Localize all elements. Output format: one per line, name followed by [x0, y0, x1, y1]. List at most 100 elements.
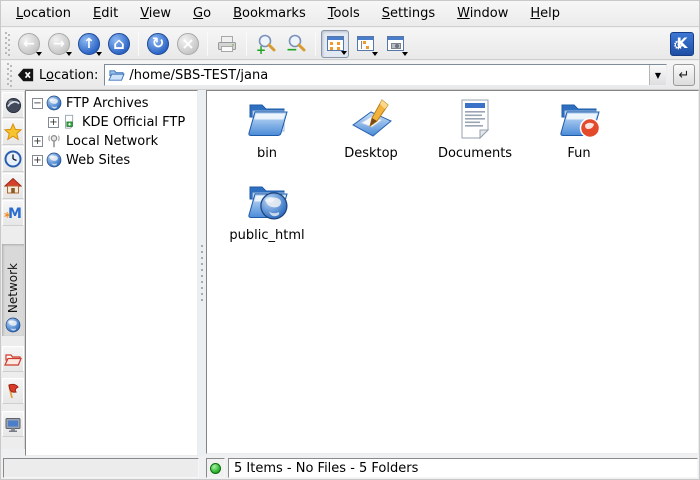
location-combobox: ▼: [104, 64, 667, 86]
file-item-fun[interactable]: Fun: [527, 95, 631, 177]
sidebar-status-box: [3, 458, 199, 478]
svg-text:+: +: [256, 43, 266, 55]
expander-plus[interactable]: +: [32, 155, 43, 166]
svg-text:*: *: [4, 210, 11, 222]
status-text: 5 Items - No Files - 5 Folders: [234, 461, 418, 476]
file-grid: bin Desktop Documents Fun: [207, 91, 698, 259]
file-item-bin[interactable]: bin: [215, 95, 319, 177]
location-label: Location:: [39, 68, 98, 83]
tree-item-ftp-archives[interactable]: − FTP Archives: [32, 94, 149, 112]
red-folder-icon: [4, 350, 22, 368]
tree-label: Local Network: [66, 134, 158, 149]
icon-view-icon: [327, 36, 344, 51]
menu-view[interactable]: View: [129, 2, 182, 25]
kde-gear-icon: ⚙: [673, 38, 684, 52]
svg-text:−: −: [286, 42, 298, 55]
monitor-icon: [4, 415, 22, 433]
menu-edit[interactable]: Edit: [82, 2, 129, 25]
konqueror-window: Location Edit View Go Bookmarks Tools Se…: [0, 0, 700, 480]
expander-plus[interactable]: +: [48, 117, 59, 128]
menu-window[interactable]: Window: [446, 2, 519, 25]
tree-item-kde-official-ftp[interactable]: + KDE Official FTP: [48, 113, 185, 131]
file-view: bin Desktop Documents Fun: [206, 90, 699, 454]
up-button[interactable]: ↑: [75, 30, 103, 58]
panel-splitter[interactable]: [198, 90, 206, 456]
go-button[interactable]: ↵: [673, 64, 695, 86]
print-button[interactable]: [213, 30, 241, 58]
home-button[interactable]: ⌂: [105, 30, 133, 58]
sidebar-tab-bookmarks[interactable]: [2, 119, 24, 145]
icon-view-button[interactable]: [321, 30, 349, 58]
toolbar-separator: [138, 32, 139, 56]
reload-icon: ↻: [147, 33, 169, 55]
menu-location[interactable]: Location: [5, 2, 82, 25]
menu-go[interactable]: Go: [182, 2, 222, 25]
file-label: Documents: [438, 146, 512, 161]
document-icon: [451, 95, 499, 143]
zoom-out-button[interactable]: −: [282, 30, 310, 58]
photobook-view-icon: [387, 36, 404, 51]
locationbar-drag-handle[interactable]: [6, 63, 13, 87]
folder-fun-icon: [555, 95, 603, 143]
up-icon: ↑: [78, 33, 100, 55]
reload-button[interactable]: ↻: [144, 30, 172, 58]
sidebar-tab-system[interactable]: [2, 411, 24, 437]
menu-bookmarks[interactable]: Bookmarks: [222, 2, 317, 25]
metabar-m-icon: M *: [4, 204, 22, 222]
file-label: Fun: [567, 146, 590, 161]
sidebar-tab-strip: M * Network: [1, 91, 25, 449]
forward-button[interactable]: →: [45, 30, 73, 58]
home-icon: ⌂: [108, 33, 130, 55]
menu-tools[interactable]: Tools: [317, 2, 371, 25]
clear-location-icon[interactable]: [16, 66, 35, 84]
file-item-documents[interactable]: Documents: [423, 95, 527, 177]
desktop-icon: [347, 95, 395, 143]
sidebar-tab-metabar[interactable]: M *: [2, 200, 24, 226]
globe-icon: [46, 152, 62, 168]
location-toolbar: Location: ▼ ↵: [1, 61, 699, 90]
file-label: bin: [257, 146, 277, 161]
toolbar-separator: [207, 32, 208, 56]
network-globe-icon: [5, 317, 21, 333]
file-label: public_html: [229, 228, 304, 243]
tree-view-icon: [357, 36, 374, 51]
antenna-icon: [46, 133, 62, 149]
ftp-document-icon: [62, 114, 78, 130]
status-bar: 5 Items - No Files - 5 Folders: [228, 458, 698, 478]
stop-button[interactable]: ×: [174, 30, 202, 58]
zoom-in-icon: +: [255, 33, 277, 55]
sidebar-tab-services[interactable]: [2, 378, 24, 404]
zoom-out-icon: −: [285, 33, 307, 55]
expander-minus[interactable]: −: [32, 98, 43, 109]
sidebar-tab-root-folder[interactable]: [2, 346, 24, 372]
sidebar-tab-home-folder[interactable]: [2, 173, 24, 199]
location-input[interactable]: [125, 68, 649, 83]
file-item-desktop[interactable]: Desktop: [319, 95, 423, 177]
tree-label: Web Sites: [66, 153, 130, 168]
back-button[interactable]: ←: [15, 30, 43, 58]
zoom-in-button[interactable]: +: [252, 30, 280, 58]
status-led-box: [206, 458, 225, 478]
tree-label: KDE Official FTP: [82, 115, 185, 130]
toolbar-separator: [315, 32, 316, 56]
location-dropdown-arrow[interactable]: ▼: [649, 65, 666, 85]
printer-icon: [216, 33, 238, 55]
dark-globe-icon: [5, 97, 22, 114]
menu-bar: Location Edit View Go Bookmarks Tools Se…: [1, 1, 699, 27]
sidebar-tab-web-archive[interactable]: [2, 92, 24, 118]
expander-plus[interactable]: +: [32, 136, 43, 147]
forward-icon: →: [48, 33, 70, 55]
splitter-grip-icon: [201, 245, 203, 305]
tree-item-web-sites[interactable]: + Web Sites: [32, 151, 130, 169]
network-tab-label: Network: [6, 263, 20, 313]
tree-item-local-network[interactable]: + Local Network: [32, 132, 158, 150]
menu-help[interactable]: Help: [519, 2, 571, 25]
toolbar-drag-handle[interactable]: [4, 32, 11, 56]
file-item-public-html[interactable]: public_html: [215, 177, 319, 259]
photobook-view-button[interactable]: [381, 30, 409, 58]
tree-view-button[interactable]: [351, 30, 379, 58]
kde-logo[interactable]: ⚙ K: [670, 32, 694, 56]
menu-settings[interactable]: Settings: [371, 2, 446, 25]
sidebar-tab-network[interactable]: Network: [2, 244, 24, 336]
sidebar-tab-history[interactable]: [2, 146, 24, 172]
